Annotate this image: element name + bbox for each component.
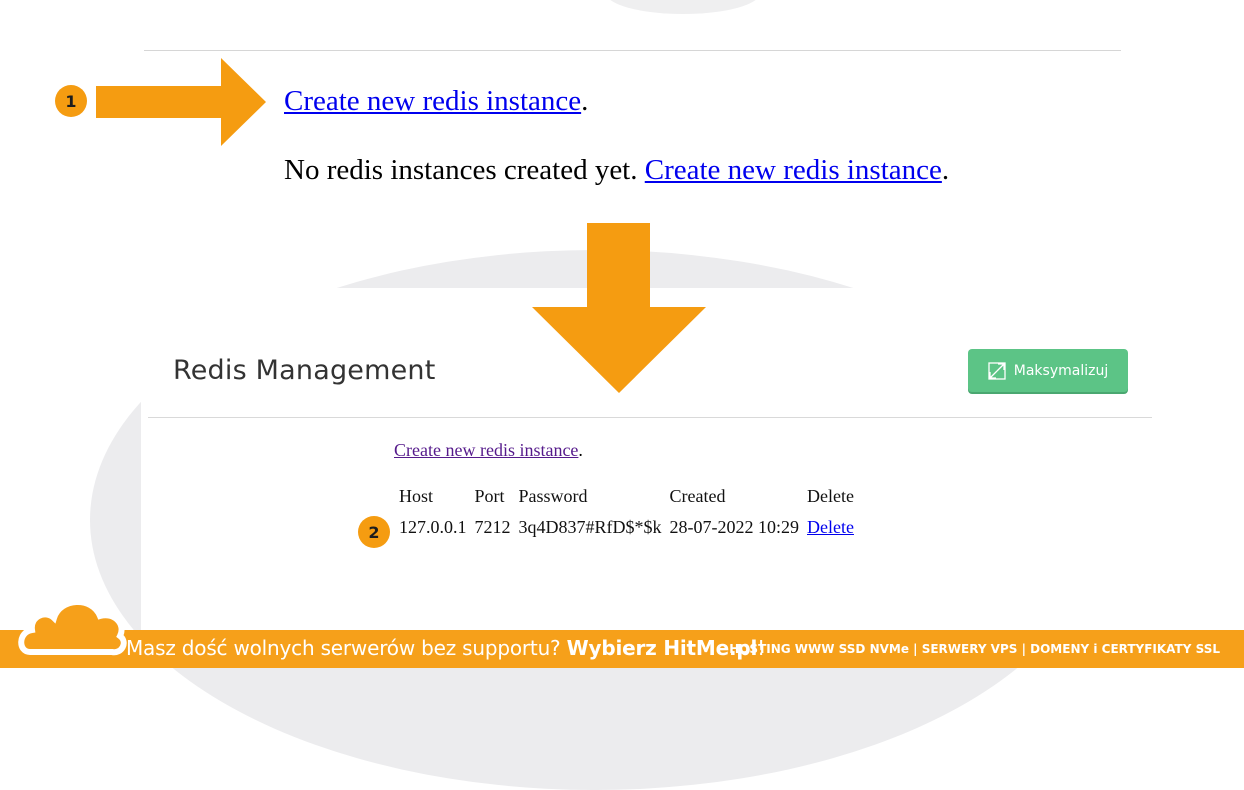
empty-link-suffix: . [941,154,950,186]
create-instance-link-panel[interactable]: Create new redis instance [394,440,578,460]
panel-divider [148,417,1152,418]
delete-link[interactable]: Delete [807,517,854,537]
promo-services: HOSTING WWW SSD NVMe | SERWERY VPS | DOM… [729,642,1220,656]
decorative-arc [606,0,760,14]
top-create-line: Create new redis instance. [284,85,588,118]
cell-created: 28-07-2022 10:29 [669,517,800,537]
promo-tagline: Masz dość wolnych serwerów bez supportu?… [126,636,765,660]
column-header-password: Password [518,486,588,506]
top-link-suffix: . [581,85,589,117]
arrow-right-icon [96,58,266,146]
column-header-delete: Delete [807,486,854,506]
panel-create-line: Create new redis instance. [394,440,583,461]
top-divider [144,50,1121,51]
create-instance-link-empty[interactable]: Create new redis instance [645,154,942,186]
expand-icon [988,361,1006,380]
create-instance-link-top[interactable]: Create new redis instance [284,85,581,117]
cell-host: 127.0.0.1 [399,517,467,537]
cell-delete: Delete [804,513,859,538]
instances-table: Host Port Password Created Delete 127.0.… [396,486,859,538]
maximize-label: Maksymalizuj [1013,362,1109,379]
column-header-created: Created [669,486,726,506]
arrow-down-icon [532,223,706,393]
column-header-port: Port [474,486,505,506]
panel-link-suffix: . [578,440,583,460]
empty-state-line: No redis instances created yet. Create n… [284,154,949,187]
step-badge-2: 2 [358,516,390,548]
table-header-row: Host Port Password Created Delete [396,486,859,513]
cloud-icon [18,599,127,656]
promo-tagline-prefix: Masz dość wolnych serwerów bez supportu? [126,636,567,660]
empty-state-message: No redis instances created yet. [284,154,645,186]
maximize-button[interactable]: Maksymalizuj [968,349,1128,392]
table-row: 127.0.0.1 7212 3q4D837#RfD$*$k 28-07-202… [396,513,859,538]
cell-password: 3q4D837#RfD$*$k [518,517,662,537]
cell-port: 7212 [474,517,511,537]
page-title: Redis Management [173,355,436,386]
step-badge-1: 1 [55,85,87,117]
column-header-host: Host [399,486,434,506]
